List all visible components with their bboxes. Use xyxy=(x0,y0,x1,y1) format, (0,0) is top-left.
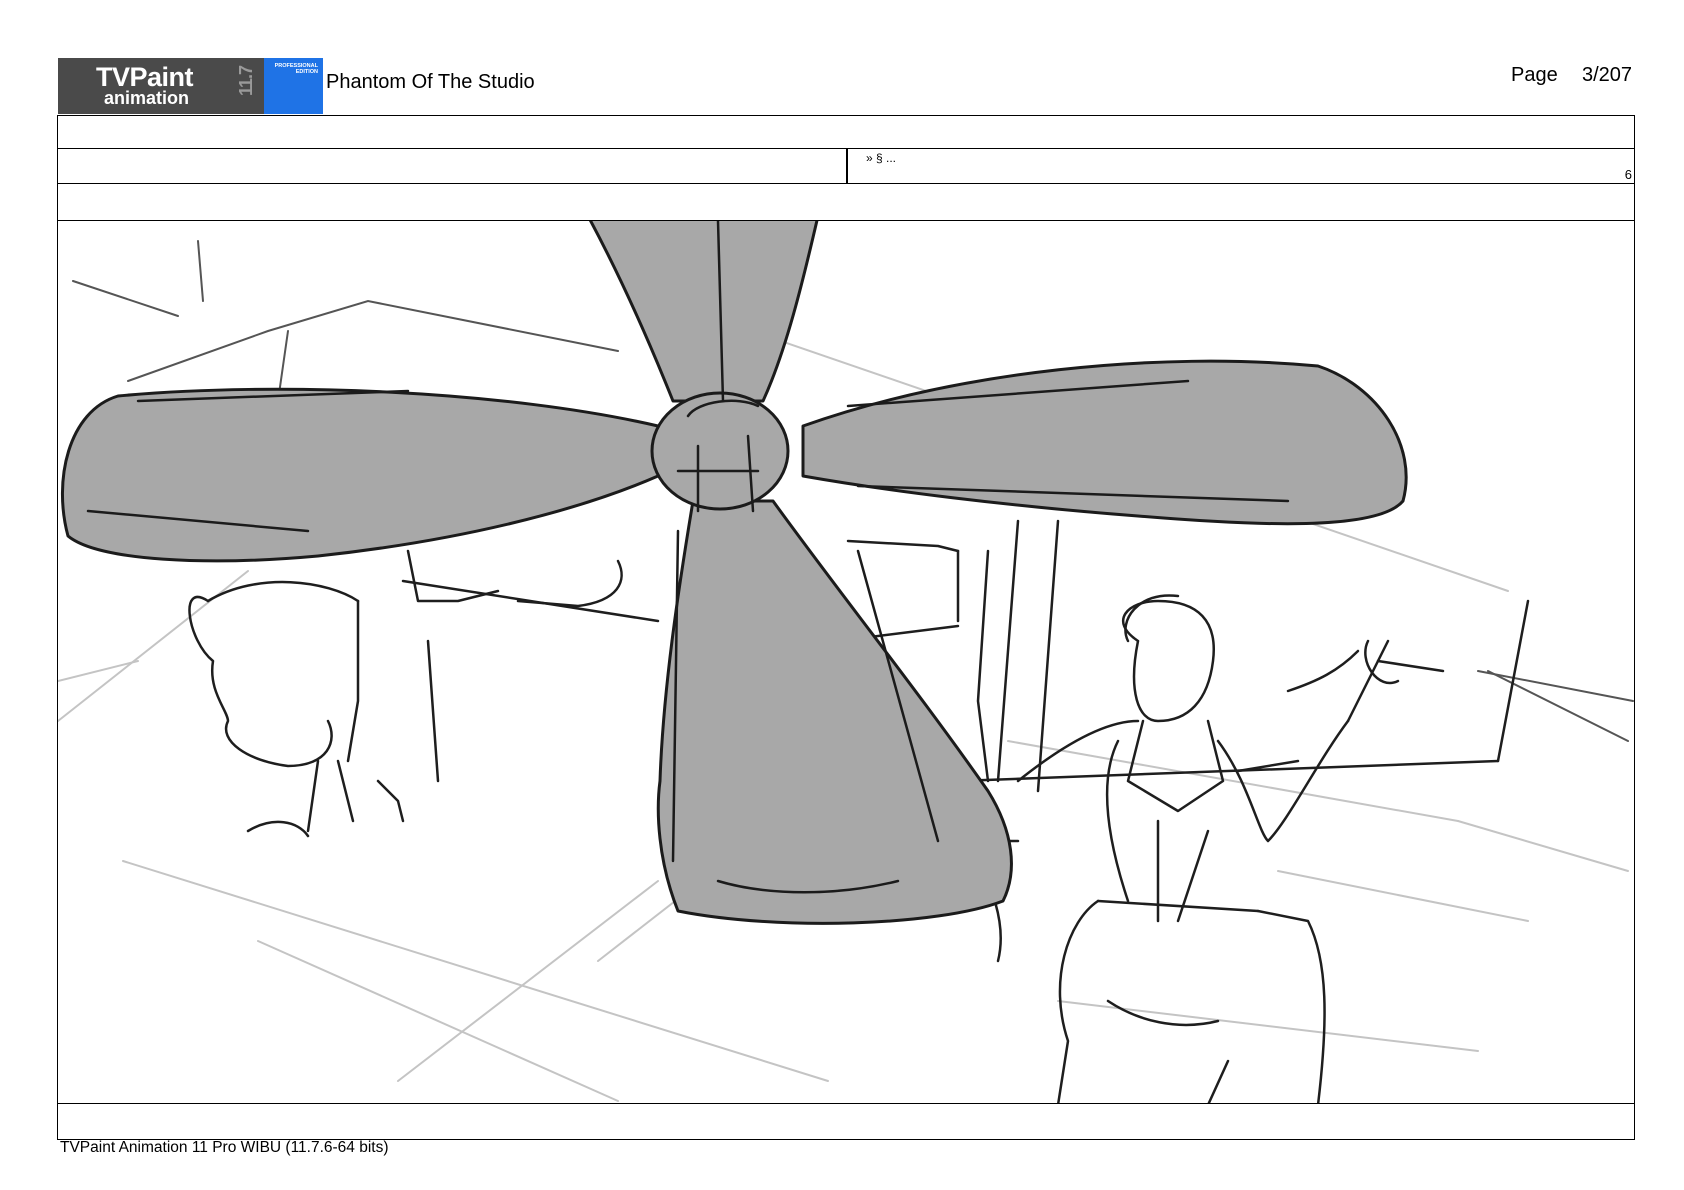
page-number: 3/207 xyxy=(1582,64,1633,86)
shot-note: » § ... xyxy=(866,151,897,165)
action-notes-row xyxy=(57,1103,1635,1140)
project-title: Phantom Of The Studio xyxy=(326,71,535,93)
logo-brand: TVPaint xyxy=(96,62,194,92)
row-divider xyxy=(846,149,848,183)
software-footer: TVPaint Animation 11 Pro WIBU (11.7.6-64… xyxy=(60,1139,389,1156)
storyboard-sketch-icon xyxy=(58,221,1634,1103)
scene-info-row xyxy=(57,115,1635,149)
logo-dark-block: TVPaint animation 11.7 xyxy=(58,58,264,114)
dialogue-row xyxy=(57,183,1635,221)
tvpaint-logo: TVPaint animation 11.7 PROFESSIONAL EDIT… xyxy=(58,58,323,114)
shot-count: 6 xyxy=(1624,167,1632,182)
logo-edition-block: PROFESSIONAL EDITION xyxy=(264,58,323,114)
logo-edition: PROFESSIONAL EDITION xyxy=(274,63,318,75)
logo-product: animation xyxy=(104,88,190,108)
storyboard-panel xyxy=(57,220,1635,1104)
page-label: Page xyxy=(1511,64,1558,86)
logo-version: 11.7 xyxy=(236,66,256,97)
shot-info-row: » § ... 6 xyxy=(57,148,1635,184)
